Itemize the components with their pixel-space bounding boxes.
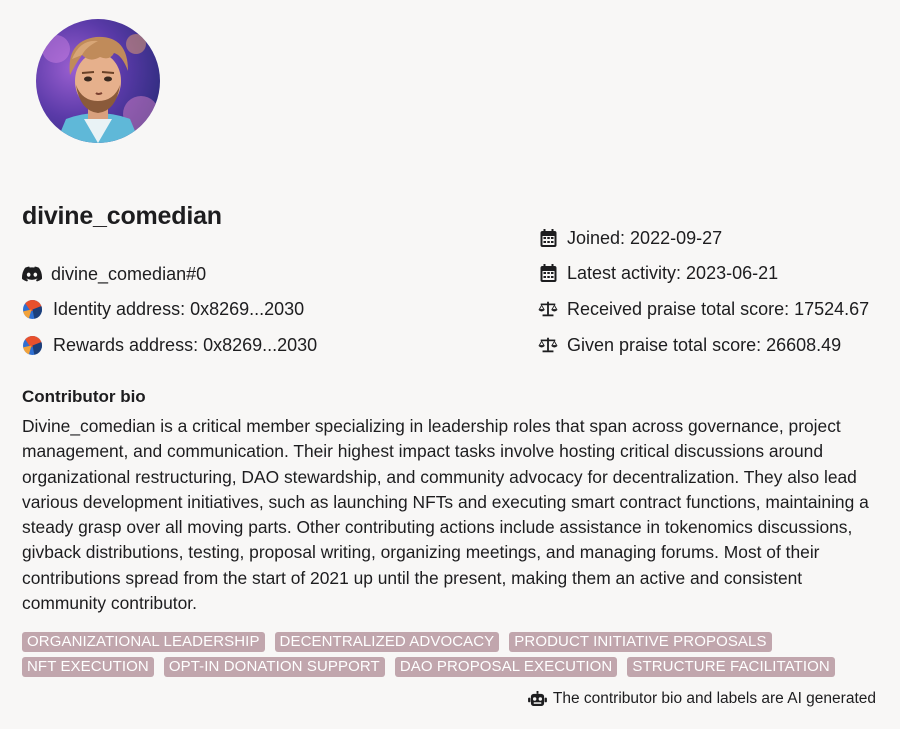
ai-generated-note: The contributor bio and labels are AI ge… <box>527 690 876 708</box>
rewards-address-row[interactable]: Rewards address: 0x8269...2030 <box>22 333 317 357</box>
tag: OPT-IN DONATION SUPPORT <box>163 657 385 677</box>
joined-row: Joined: 2022-09-27 <box>538 226 722 250</box>
given-score-row: Given praise total score: 26608.49 <box>538 333 841 357</box>
tag: NFT EXECUTION <box>22 657 154 677</box>
calendar-icon <box>538 263 558 283</box>
given-score: Given praise total score: 26608.49 <box>567 334 842 355</box>
latest-activity-date: Latest activity: 2023-06-21 <box>567 262 779 283</box>
tag: PRODUCT INITIATIVE PROPOSALS <box>509 632 772 652</box>
received-score: Received praise total score: 17524.67 <box>567 298 870 319</box>
tag: ORGANIZATIONAL LEADERSHIP <box>22 632 265 652</box>
discord-handle-row: divine_comedian#0 <box>22 262 206 286</box>
discord-icon <box>22 264 42 284</box>
scale-icon <box>538 299 558 319</box>
discord-handle: divine_comedian#0 <box>51 263 207 284</box>
rewards-address: Rewards address: 0x8269...2030 <box>53 334 318 355</box>
received-score-row: Received praise total score: 17524.67 <box>538 297 869 321</box>
identity-address-row[interactable]: Identity address: 0x8269...2030 <box>22 297 304 321</box>
ai-note-text: The contributor bio and labels are AI ge… <box>552 690 876 707</box>
calendar-icon <box>538 228 558 248</box>
tag: DECENTRALIZED ADVOCACY <box>274 632 500 652</box>
bio-title: Contributor bio <box>22 387 146 406</box>
bio-text: Divine_comedian is a critical member spe… <box>22 416 869 614</box>
jazzicon-identity-icon <box>22 299 42 319</box>
tag-list: ORGANIZATIONAL LEADERSHIP DECENTRALIZED … <box>22 632 882 677</box>
joined-date: Joined: 2022-09-27 <box>567 227 723 248</box>
latest-activity-row: Latest activity: 2023-06-21 <box>538 261 778 285</box>
tag: STRUCTURE FACILITATION <box>627 657 835 677</box>
page-title: divine_comedian <box>22 202 222 230</box>
jazzicon-rewards-icon <box>22 335 42 355</box>
avatar-image <box>36 19 160 143</box>
identity-address: Identity address: 0x8269...2030 <box>53 298 305 319</box>
tag: DAO PROPOSAL EXECUTION <box>394 657 618 677</box>
avatar <box>36 19 160 143</box>
robot-icon <box>527 691 547 707</box>
scale-icon <box>538 335 558 355</box>
